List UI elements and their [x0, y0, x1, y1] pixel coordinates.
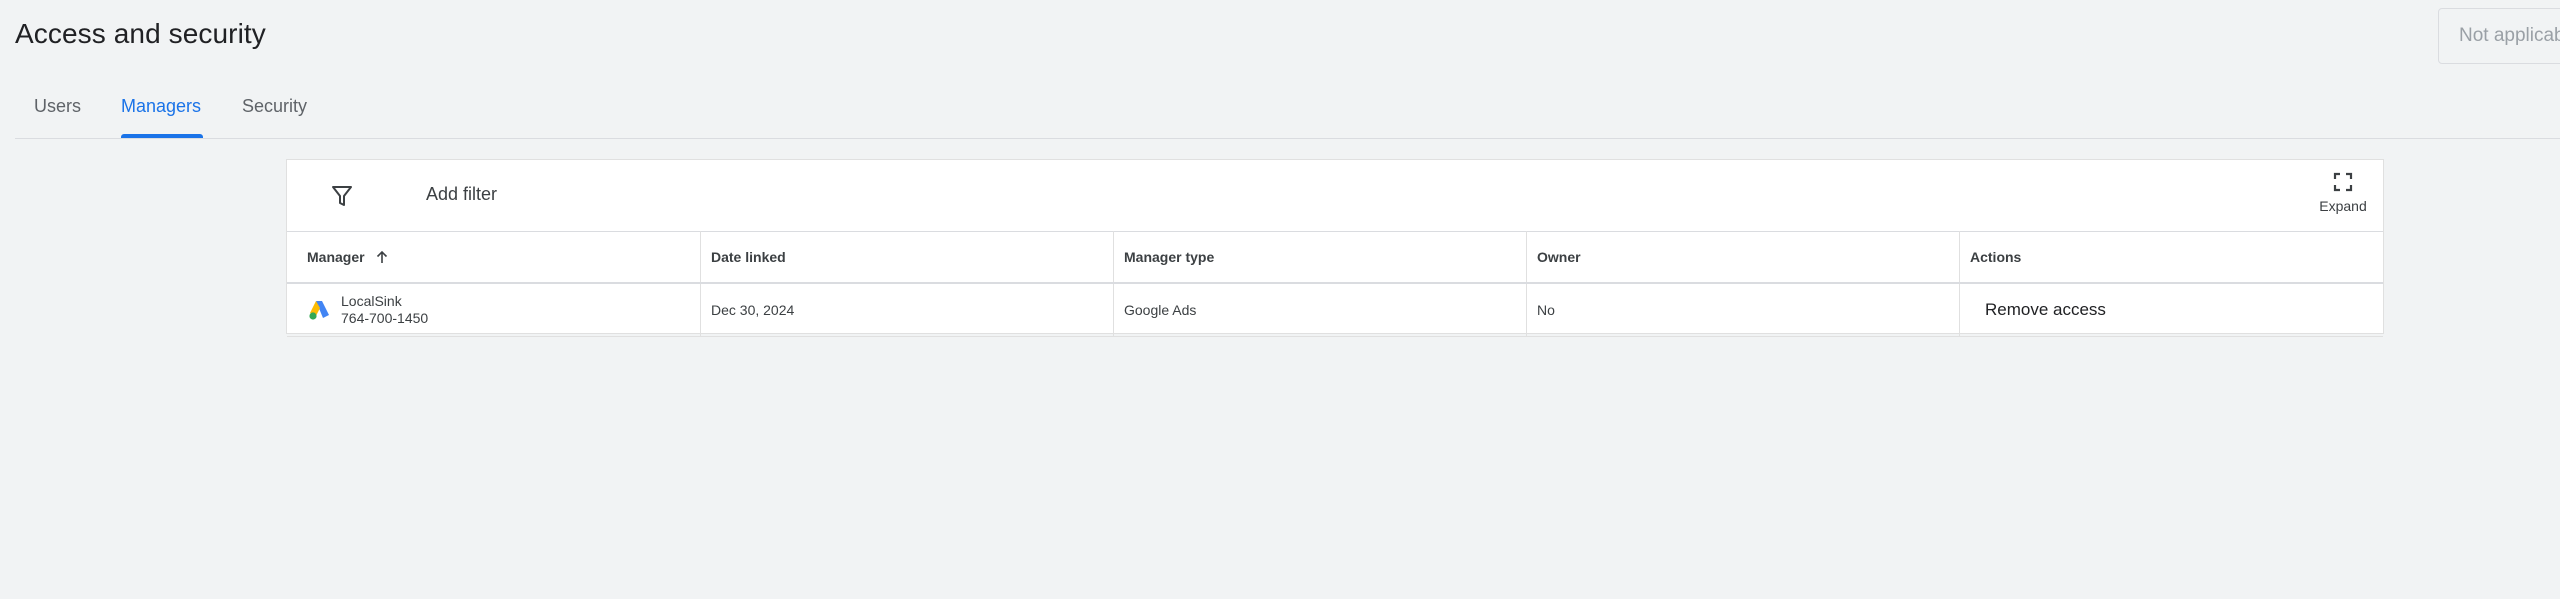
tab-managers[interactable]: Managers	[121, 84, 203, 138]
status-button[interactable]: Not applicab	[2438, 8, 2560, 64]
manager-cell: LocalSink 764-700-1450	[287, 284, 701, 336]
tab-managers-label: Managers	[121, 96, 202, 116]
table-row: LocalSink 764-700-1450 Dec 30, 2024 Goog…	[287, 284, 2383, 337]
arrow-up-icon	[376, 250, 387, 263]
expand-label: Expand	[2319, 198, 2367, 214]
column-header-label: Manager	[307, 248, 365, 265]
actions-cell: Remove access	[1960, 284, 2383, 336]
table-header-row: Manager Date linked Manager type Owner A…	[287, 231, 2383, 284]
active-tab-indicator	[121, 134, 203, 138]
page-title: Access and security	[15, 18, 266, 49]
tab-security[interactable]: Security	[242, 84, 307, 138]
owner-cell: No	[1527, 284, 1960, 336]
page: Access and security Not applicab Users M…	[0, 0, 2560, 599]
expand-button[interactable]: Expand	[2314, 172, 2372, 222]
managers-table-card: Add filter Expand Manager Date linked Ma…	[286, 159, 2384, 337]
filter-icon[interactable]	[331, 184, 353, 208]
add-filter-button[interactable]: Add filter	[426, 184, 497, 205]
tab-users-label: Users	[34, 96, 82, 116]
column-header-manager-type[interactable]: Manager type	[1114, 231, 1527, 282]
column-header-actions: Actions	[1970, 248, 2022, 265]
fullscreen-icon	[2333, 172, 2353, 192]
tab-users[interactable]: Users	[34, 84, 81, 138]
remove-access-button[interactable]: Remove access	[1985, 300, 2106, 320]
tab-bar: Users Managers Security	[15, 84, 2560, 139]
manager-info: LocalSink 764-700-1450	[341, 293, 428, 327]
managers-table: Manager Date linked Manager type Owner A…	[287, 231, 2383, 337]
filter-bar: Add filter Expand	[287, 160, 2383, 232]
tab-security-label: Security	[242, 96, 308, 116]
manager-id: 764-700-1450	[341, 310, 429, 326]
column-header-date-linked[interactable]: Date linked	[701, 231, 1114, 282]
google-ads-logo	[309, 301, 329, 320]
column-header-owner[interactable]: Owner	[1527, 231, 1960, 282]
column-header-manager[interactable]: Manager	[287, 231, 701, 282]
manager-name: LocalSink	[341, 293, 402, 309]
manager-type-cell: Google Ads	[1114, 284, 1527, 336]
date-linked-cell: Dec 30, 2024	[701, 284, 1114, 336]
